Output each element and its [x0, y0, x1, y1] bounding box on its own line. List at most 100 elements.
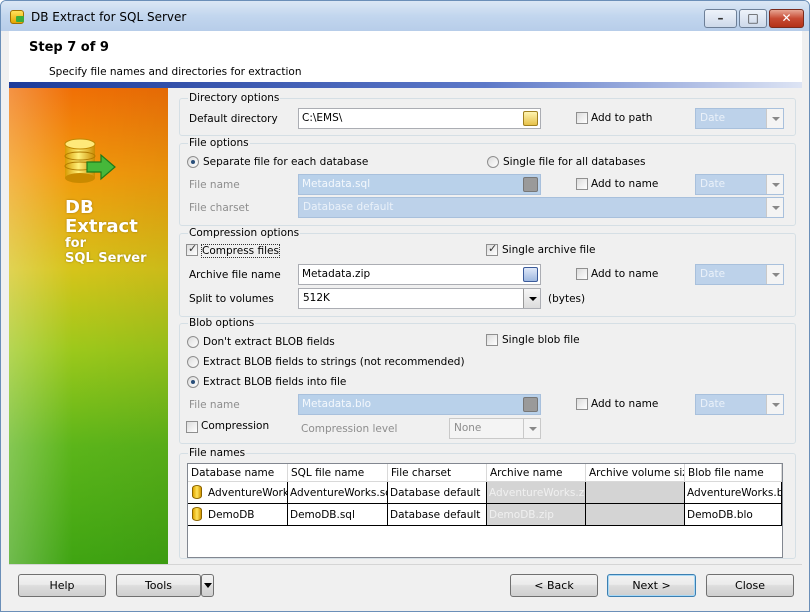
file-name-label: File name: [189, 179, 240, 191]
single-archive-checkbox[interactable]: [486, 242, 498, 256]
dont-extract-blob-label: Don't extract BLOB fields: [203, 336, 335, 348]
table-cell[interactable]: [586, 504, 685, 526]
wizard-header: Step 7 of 9 Specify file names and direc…: [9, 31, 802, 82]
table-cell[interactable]: DemoDB.zip: [487, 504, 586, 526]
blob-browse-icon: [523, 397, 538, 412]
default-directory-input[interactable]: C:\EMS\: [298, 108, 541, 129]
dont-extract-blob-radio[interactable]: [187, 336, 199, 348]
file-options-title: File options: [188, 137, 250, 149]
file-charset-label: File charset: [189, 202, 250, 214]
close-icon: ✕: [781, 11, 792, 25]
chevron-down-icon: [523, 289, 540, 308]
chevron-down-icon: [766, 395, 783, 414]
single-file-label: Single file for all databases: [503, 156, 646, 168]
single-blob-checkbox[interactable]: [486, 334, 498, 346]
file-add-to-name-checkbox[interactable]: [576, 178, 588, 190]
product-banner: DB Extract for SQL Server: [9, 88, 168, 565]
back-button[interactable]: < Back: [510, 574, 598, 597]
blob-options-title: Blob options: [188, 317, 256, 329]
blob-add-to-name-label: Add to name: [591, 398, 659, 410]
compression-level-label: Compression level: [301, 423, 398, 435]
minimize-button[interactable]: –: [704, 9, 737, 28]
file-date-select[interactable]: Date: [695, 174, 784, 195]
chevron-down-icon: [766, 198, 783, 217]
table-cell[interactable]: AdventureWorks.sql: [288, 482, 388, 504]
banner-title: DB Extract: [65, 197, 138, 237]
blob-compression-label: Compression: [201, 420, 270, 432]
add-to-path-label: Add to path: [591, 112, 653, 124]
compress-files-checkbox[interactable]: [186, 242, 198, 256]
table-cell[interactable]: Database default: [388, 504, 487, 526]
archive-file-name-label: Archive file name: [189, 269, 281, 281]
save-disk-icon[interactable]: [523, 267, 538, 282]
window-title: DB Extract for SQL Server: [31, 10, 187, 24]
separate-file-label: Separate file for each database: [203, 156, 369, 168]
column-header[interactable]: SQL file name: [288, 464, 388, 482]
archive-add-to-name-checkbox[interactable]: [576, 268, 588, 280]
chevron-down-icon: [766, 109, 783, 128]
compression-level-select[interactable]: None: [449, 418, 541, 439]
column-header[interactable]: Archive volume size: [586, 464, 685, 482]
blob-file-name-input[interactable]: Metadata.blo: [298, 394, 541, 415]
blob-date-select[interactable]: Date: [695, 394, 784, 415]
table-cell[interactable]: AdventureWorks.blo: [685, 482, 782, 504]
table-cell[interactable]: DemoDB.blo: [685, 504, 782, 526]
table-cell[interactable]: DemoDB: [188, 504, 288, 526]
split-volumes-select[interactable]: 512K: [298, 288, 541, 309]
maximize-button[interactable]: □: [739, 9, 767, 28]
file-name-input[interactable]: Metadata.sql: [298, 174, 541, 195]
add-to-path-checkbox[interactable]: [576, 112, 588, 124]
banner-subtitle: for SQL Server: [65, 236, 147, 266]
single-file-radio[interactable]: [487, 156, 499, 168]
file-names-title: File names: [188, 447, 247, 459]
single-archive-label: Single archive file: [502, 244, 596, 256]
wizard-window: DB Extract for SQL Server – □ ✕ Step 7 o…: [0, 0, 810, 612]
column-header[interactable]: Blob file name: [685, 464, 782, 482]
column-header[interactable]: File charset: [388, 464, 487, 482]
table-cell[interactable]: AdventureWorks: [188, 482, 288, 504]
file-browse-icon: [523, 177, 538, 192]
blob-compression-checkbox[interactable]: [186, 421, 198, 433]
column-header[interactable]: Database name: [188, 464, 288, 482]
maximize-icon: □: [747, 11, 759, 25]
database-icon: [192, 507, 202, 521]
close-button[interactable]: Close: [706, 574, 794, 597]
step-title: Step 7 of 9: [29, 40, 109, 55]
blob-into-file-radio[interactable]: [187, 376, 199, 388]
separate-file-radio[interactable]: [187, 156, 199, 168]
blob-to-strings-radio[interactable]: [187, 356, 199, 368]
table-cell[interactable]: DemoDB.sql: [288, 504, 388, 526]
close-window-button[interactable]: ✕: [769, 9, 804, 28]
chevron-down-icon: [766, 265, 783, 284]
column-header[interactable]: Archive name: [487, 464, 586, 482]
bytes-label: (bytes): [548, 293, 586, 305]
help-button[interactable]: Help: [18, 574, 106, 597]
blob-into-file-label: Extract BLOB fields into file: [203, 376, 347, 388]
archive-date-select[interactable]: Date: [695, 264, 784, 285]
file-add-to-name-label: Add to name: [591, 178, 659, 190]
compress-files-label: Compress files: [201, 244, 280, 258]
chevron-down-icon: [523, 419, 540, 438]
table-cell[interactable]: Database default: [388, 482, 487, 504]
file-charset-select[interactable]: Database default: [298, 197, 784, 218]
table-cell[interactable]: AdventureWorks.zip: [487, 482, 586, 504]
chevron-down-icon: [203, 583, 212, 588]
split-volumes-label: Split to volumes: [189, 293, 274, 305]
step-description: Specify file names and directories for e…: [49, 66, 302, 78]
next-button[interactable]: Next >: [607, 574, 696, 597]
tools-button[interactable]: Tools: [116, 574, 201, 597]
browse-folder-icon[interactable]: [523, 111, 538, 126]
blob-to-strings-label: Extract BLOB fields to strings (not reco…: [203, 356, 465, 368]
blob-add-to-name-checkbox[interactable]: [576, 398, 588, 410]
directory-options-title: Directory options: [188, 92, 281, 104]
archive-file-name-input[interactable]: Metadata.zip: [298, 264, 541, 285]
path-date-select[interactable]: Date: [695, 108, 784, 129]
database-icon: [192, 485, 202, 499]
archive-add-to-name-label: Add to name: [591, 268, 659, 280]
table-cell[interactable]: [586, 482, 685, 504]
app-icon: [10, 10, 24, 24]
blob-file-name-label: File name: [189, 399, 240, 411]
tools-dropdown-button[interactable]: [201, 574, 214, 597]
single-blob-label: Single blob file: [502, 334, 580, 346]
title-bar: DB Extract for SQL Server – □ ✕: [1, 1, 809, 31]
